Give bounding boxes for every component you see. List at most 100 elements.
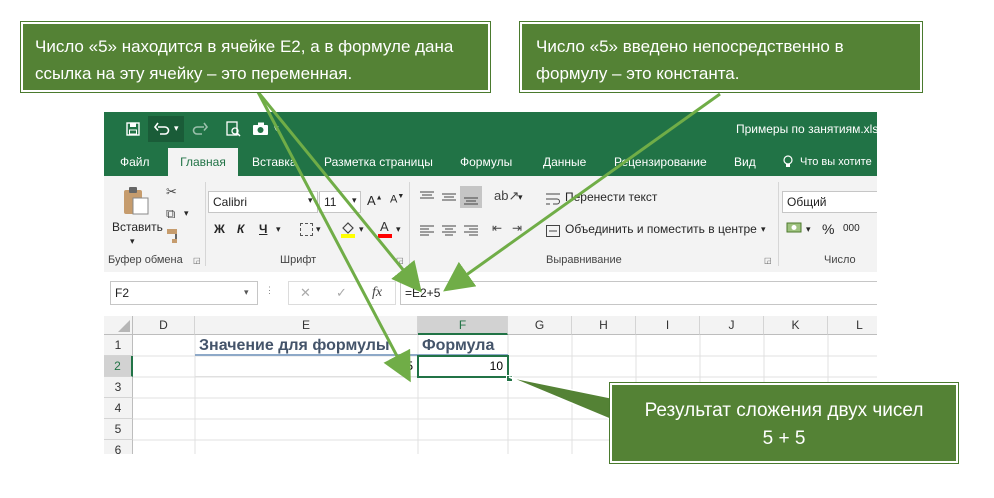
align-top-icon[interactable]	[420, 190, 434, 202]
lightbulb-icon	[782, 155, 794, 169]
cell-f2-selected[interactable]: 10	[417, 355, 509, 378]
fill-color-dropdown-icon[interactable]: ▾	[359, 224, 364, 235]
font-color-dropdown-icon[interactable]: ▾	[396, 224, 401, 235]
number-format-select[interactable]: Общий	[782, 191, 877, 213]
callout-result: Результат сложения двух чисел 5 + 5	[610, 383, 958, 463]
font-size-dropdown-icon[interactable]: ▾	[352, 195, 357, 206]
wrap-text-icon[interactable]	[546, 192, 560, 205]
window-title: Примеры по занятиям.xls	[736, 122, 877, 136]
align-bottom-icon[interactable]	[464, 192, 478, 205]
column-header-e[interactable]: E	[195, 316, 418, 335]
accounting-format-icon[interactable]	[786, 220, 804, 236]
merge-icon[interactable]	[546, 224, 560, 237]
column-header-g[interactable]: G	[508, 316, 572, 335]
name-box[interactable]: F2	[110, 281, 258, 305]
tab-view[interactable]: Вид	[734, 148, 756, 176]
wrap-text-button[interactable]: Перенести текст	[565, 190, 657, 204]
accounting-dropdown-icon[interactable]: ▾	[806, 224, 811, 235]
thousands-separator-button[interactable]: 000	[843, 223, 860, 234]
paste-button-label[interactable]: Вставить	[112, 220, 163, 234]
row-header-6[interactable]: 6	[104, 440, 133, 454]
row-header-5[interactable]: 5	[104, 419, 133, 440]
percent-button[interactable]: %	[822, 221, 834, 237]
borders-dropdown-icon[interactable]: ▾	[316, 224, 321, 235]
paste-icon[interactable]	[122, 186, 150, 216]
alignment-group-label: Выравнивание	[546, 254, 622, 266]
align-right-icon[interactable]	[464, 224, 478, 236]
paste-dropdown-icon[interactable]: ▾	[130, 236, 135, 247]
font-name-dropdown-icon[interactable]: ▾	[308, 195, 313, 206]
formula-bar: F2 ▾ ⋮ ✕ ✓ fx =E2+5	[104, 272, 877, 308]
ribbon-tabs: Файл Главная Вставка Разметка страницы Ф…	[104, 148, 877, 176]
tab-formulas[interactable]: Формулы	[460, 148, 512, 176]
name-box-dropdown-icon[interactable]: ▾	[244, 287, 249, 298]
fill-handle[interactable]	[506, 375, 513, 382]
print-preview-icon[interactable]	[225, 121, 241, 137]
camera-icon[interactable]	[252, 121, 270, 137]
row-header-2[interactable]: 2	[104, 356, 133, 377]
align-left-icon[interactable]	[420, 224, 434, 236]
column-header-j[interactable]: J	[700, 316, 764, 335]
row-header-3[interactable]: 3	[104, 377, 133, 398]
merge-dropdown-icon[interactable]: ▾	[761, 224, 766, 235]
italic-button[interactable]: К	[237, 222, 244, 236]
increase-indent-icon[interactable]: ⇥	[512, 221, 522, 235]
cut-icon[interactable]: ✂	[166, 184, 177, 200]
callout-variable: Число «5» находится в ячейке E2, а в фор…	[21, 22, 490, 92]
underline-button[interactable]: Ч	[259, 222, 267, 236]
cell-e1[interactable]: Значение для формулы	[195, 335, 418, 356]
column-header-l[interactable]: L	[828, 316, 877, 335]
save-icon[interactable]	[126, 122, 140, 136]
tell-me-search[interactable]: Что вы хотите	[800, 148, 872, 176]
formula-input[interactable]: =E2+5	[400, 281, 877, 305]
tab-file[interactable]: Файл	[120, 148, 150, 176]
confirm-entry-icon[interactable]: ✓	[336, 285, 347, 301]
font-color-icon[interactable]: A	[378, 219, 392, 238]
column-header-d[interactable]: D	[133, 316, 195, 335]
customize-toolbar-icon[interactable]: ▾	[274, 123, 279, 134]
cell-e2[interactable]: 5	[195, 356, 418, 377]
select-all-corner[interactable]	[104, 316, 133, 335]
divider	[778, 182, 779, 266]
copy-icon[interactable]: ⧉	[166, 206, 175, 222]
row-header-1[interactable]: 1	[104, 335, 133, 356]
merge-center-button[interactable]: Объединить и поместить в центре	[565, 222, 757, 236]
tab-insert[interactable]: Вставка	[252, 148, 297, 176]
tab-review[interactable]: Рецензирование	[614, 148, 707, 176]
font-launcher-icon[interactable]: ◲	[396, 256, 404, 265]
font-group-label: Шрифт	[280, 254, 317, 266]
undo-icon[interactable]	[153, 121, 170, 137]
column-header-i[interactable]: I	[636, 316, 700, 335]
alignment-launcher-icon[interactable]: ◲	[764, 256, 772, 265]
bold-button[interactable]: Ж	[214, 222, 225, 236]
column-header-f[interactable]: F	[418, 316, 508, 335]
align-middle-icon[interactable]	[442, 190, 456, 202]
tab-home[interactable]: Главная	[168, 148, 238, 176]
cell-f1[interactable]: Формула	[418, 335, 508, 356]
clipboard-launcher-icon[interactable]: ◲	[193, 256, 201, 265]
row-header-4[interactable]: 4	[104, 398, 133, 419]
increase-font-icon[interactable]: A▲	[367, 193, 383, 208]
cancel-entry-icon[interactable]: ✕	[300, 285, 311, 301]
tab-data[interactable]: Данные	[543, 148, 586, 176]
column-header-h[interactable]: H	[572, 316, 636, 335]
orientation-icon[interactable]: ab↗	[494, 188, 519, 204]
column-header-k[interactable]: K	[764, 316, 828, 335]
align-center-icon[interactable]	[442, 224, 456, 236]
undo-dropdown-icon[interactable]: ▾	[174, 123, 179, 134]
tab-page-layout[interactable]: Разметка страницы	[324, 148, 433, 176]
copy-dropdown-icon[interactable]: ▾	[184, 208, 189, 219]
font-name-select[interactable]: Calibri	[208, 191, 318, 213]
callout-result-line1: Результат сложения двух чисел	[644, 400, 924, 421]
redo-icon[interactable]	[192, 121, 209, 137]
underline-dropdown-icon[interactable]: ▾	[276, 224, 281, 235]
fill-color-icon[interactable]	[340, 220, 356, 238]
decrease-font-icon[interactable]: A▼	[390, 193, 404, 206]
decrease-indent-icon[interactable]: ⇤	[492, 221, 502, 235]
borders-icon[interactable]	[300, 223, 313, 236]
number-group-label: Число	[824, 254, 856, 266]
format-painter-icon[interactable]	[166, 228, 182, 244]
orientation-dropdown-icon[interactable]: ▾	[518, 192, 523, 203]
callout-result-line2: 5 + 5	[762, 428, 806, 449]
insert-function-button[interactable]: fx	[372, 285, 382, 301]
